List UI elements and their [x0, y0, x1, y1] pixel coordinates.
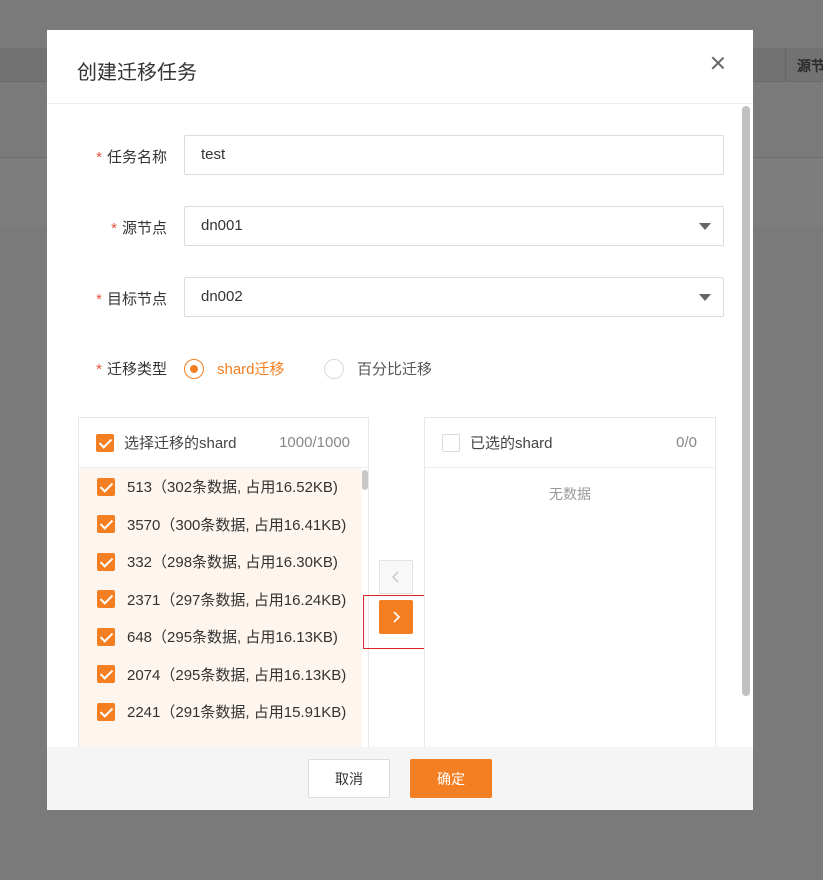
radio-percentage-migration-label: 百分比迁移 [357, 361, 433, 378]
radio-shard-migration[interactable]: shard迁移 [184, 358, 285, 379]
required-mark: * [96, 361, 102, 378]
task-name-label: * 任务名称 [96, 149, 167, 166]
source-shard-panel: 选择迁移的shard 1000/1000 513（302条数据, 占用16.52… [78, 417, 369, 768]
list-item[interactable]: 648（295条数据, 占用16.13KB) [79, 618, 362, 656]
list-item[interactable]: 2371（297条数据, 占用16.24KB) [79, 581, 362, 619]
chevron-left-icon [391, 571, 399, 583]
radio-unchecked-icon [324, 358, 344, 379]
item-checkbox[interactable] [97, 665, 115, 684]
item-label: 3570（300条数据, 占用16.41KB) [127, 516, 347, 534]
close-icon[interactable] [707, 52, 729, 74]
task-name-input[interactable]: test [184, 135, 724, 175]
item-label: 2241（291条数据, 占用15.91KB) [127, 704, 347, 722]
caret-down-icon [699, 294, 711, 301]
list-scrollbar-thumb[interactable] [362, 470, 368, 490]
item-checkbox[interactable] [97, 627, 115, 646]
target-node-label: * 目标节点 [96, 291, 167, 308]
required-mark: * [111, 220, 117, 237]
move-left-button[interactable] [379, 560, 413, 594]
item-label: 2371（297条数据, 占用16.24KB) [127, 591, 347, 609]
dialog-footer: 取消 确定 [47, 747, 753, 810]
list-item[interactable]: 332（298条数据, 占用16.30KB) [79, 543, 362, 581]
task-name-value: test [201, 146, 226, 163]
item-checkbox[interactable] [97, 702, 115, 721]
create-migration-task-dialog: 创建迁移任务 * 任务名称 test * 源节点 dn001 * 目标节点 dn002… [47, 30, 753, 810]
target-node-select[interactable]: dn002 [184, 277, 724, 317]
item-label: 332（298条数据, 占用16.30KB) [127, 554, 338, 572]
select-all-checkbox[interactable] [96, 433, 114, 452]
selected-shard-panel: 已选的shard 0/0 无数据 [424, 417, 716, 757]
list-item[interactable]: 3570（300条数据, 占用16.41KB) [79, 506, 362, 544]
empty-state-text: 无数据 [549, 486, 591, 502]
cancel-button[interactable]: 取消 [308, 759, 390, 798]
selected-shard-panel-header: 已选的shard 0/0 [425, 418, 715, 468]
radio-checked-icon [184, 358, 204, 379]
radio-shard-migration-label: shard迁移 [217, 361, 285, 378]
item-checkbox[interactable] [97, 590, 115, 609]
source-node-label: * 源节点 [111, 220, 167, 237]
item-label: 2074（295条数据, 占用16.13KB) [127, 666, 347, 684]
source-node-value: dn001 [201, 217, 243, 234]
item-checkbox[interactable] [97, 515, 115, 534]
dialog-title: 创建迁移任务 [77, 62, 197, 84]
caret-down-icon [699, 223, 711, 230]
background-column-header: 源节 [797, 58, 823, 74]
target-node-value: dn002 [201, 288, 243, 305]
required-mark: * [96, 291, 102, 308]
background-column-separator [785, 48, 786, 82]
list-item[interactable]: 2241（291条数据, 占用15.91KB) [79, 693, 362, 731]
list-item[interactable]: 513（302条数据, 占用16.52KB) [79, 468, 362, 506]
list-item[interactable]: 2074（295条数据, 占用16.13KB) [79, 656, 362, 694]
title-divider [47, 103, 753, 104]
selected-shard-panel-title: 已选的shard [470, 435, 553, 452]
radio-percentage-migration[interactable]: 百分比迁移 [324, 358, 432, 379]
item-label: 648（295条数据, 占用16.13KB) [127, 629, 338, 647]
source-shard-list[interactable]: 513（302条数据, 占用16.52KB) 3570（300条数据, 占用16… [79, 468, 362, 768]
migration-type-label: * 迁移类型 [96, 361, 167, 378]
item-checkbox[interactable] [97, 552, 115, 571]
selected-shard-count: 0/0 [676, 434, 697, 451]
source-shard-panel-title: 选择迁移的shard [124, 435, 237, 452]
dialog-scrollbar-thumb[interactable] [742, 106, 750, 696]
source-shard-panel-header: 选择迁移的shard 1000/1000 [79, 418, 368, 468]
source-node-select[interactable]: dn001 [184, 206, 724, 246]
item-label: 513（302条数据, 占用16.52KB) [127, 479, 338, 497]
item-checkbox[interactable] [97, 477, 115, 496]
select-all-selected-checkbox[interactable] [442, 433, 460, 452]
confirm-button[interactable]: 确定 [410, 759, 492, 798]
source-shard-count: 1000/1000 [279, 434, 350, 451]
required-mark: * [96, 149, 102, 166]
